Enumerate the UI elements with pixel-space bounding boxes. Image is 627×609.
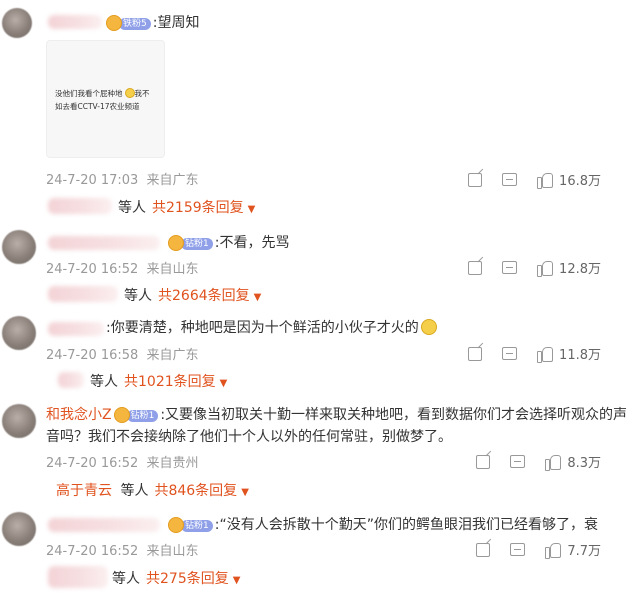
comment-location: 来自广东 [146, 348, 199, 363]
chevron-down-icon[interactable]: ▼ [233, 575, 241, 586]
comment-location: 来自山东 [146, 544, 199, 559]
like-count: 11.8万 [559, 348, 601, 363]
reply-summary[interactable]: 等人 共275条回复 ▼ [112, 568, 240, 588]
reply-user-redacted [48, 198, 112, 214]
chevron-down-icon[interactable]: ▼ [248, 204, 256, 215]
comment-username[interactable]: 和我念小Z [46, 407, 112, 423]
reply-total-link[interactable]: 共846条回复 [154, 483, 237, 499]
comment-icon[interactable] [510, 543, 526, 556]
comment-time: 24-7-20 16:52 [46, 262, 139, 277]
emoji-icon [124, 88, 135, 98]
comment-time: 24-7-20 16:58 [46, 348, 139, 363]
like-count: 8.3万 [567, 456, 601, 471]
crown-icon [168, 516, 184, 533]
like-icon[interactable] [537, 260, 554, 277]
comment-time: 24-7-20 17:03 [46, 173, 139, 188]
reply-summary[interactable]: 等人 共2664条回复 ▼ [124, 285, 261, 305]
comment-location: 来自广东 [146, 173, 199, 188]
emoji-icon [420, 318, 437, 335]
comment-icon[interactable] [502, 347, 518, 360]
username-redacted[interactable] [48, 518, 160, 532]
username-redacted[interactable] [48, 236, 160, 250]
reply-user-redacted [48, 566, 108, 588]
fan-badge: 钻粉1 [113, 405, 159, 424]
reply-summary[interactable]: 高于青云 等人 共846条回复 ▼ [56, 480, 249, 500]
comment-time: 24-7-20 16:52 [46, 456, 139, 471]
comment-icon[interactable] [510, 455, 526, 468]
avatar[interactable] [2, 230, 36, 264]
share-icon[interactable] [468, 260, 483, 275]
fan-badge: 铁粉5 [106, 13, 151, 32]
reply-total-link[interactable]: 共2159条回复 [152, 200, 244, 216]
like-count: 16.8万 [559, 174, 601, 189]
like-icon[interactable] [537, 346, 554, 363]
chevron-down-icon[interactable]: ▼ [241, 487, 249, 498]
share-icon[interactable] [476, 454, 491, 469]
reply-total-link[interactable]: 共2664条回复 [158, 288, 250, 304]
comment-location: 来自贵州 [146, 456, 199, 471]
comment-text: :不看，先骂 [214, 235, 290, 251]
comment-time: 24-7-20 16:52 [46, 544, 139, 559]
avatar[interactable] [2, 8, 32, 38]
like-icon[interactable] [545, 542, 562, 559]
comment-icon[interactable] [502, 261, 518, 274]
comment-location: 来自山东 [146, 262, 199, 277]
username-redacted[interactable] [48, 15, 102, 29]
reply-total-link[interactable]: 共275条回复 [146, 571, 229, 587]
comment-feed: 铁粉5 :望周知 没他们我看个屁种地 我不 如去看CCTV-17农业频道 24-7… [0, 0, 627, 609]
crown-icon [106, 14, 122, 31]
reply-summary[interactable]: 等人 共1021条回复 ▼ [90, 371, 227, 391]
fan-badge: 钻粉1 [168, 515, 213, 534]
comment-text: :“没有人会拆散十个勤天”你们的鳄鱼眼泪我们已经看够了，衰 [214, 517, 598, 533]
reply-total-link[interactable]: 共1021条回复 [124, 374, 216, 390]
crown-icon [168, 234, 184, 251]
like-icon[interactable] [545, 454, 562, 471]
reply-user-redacted [48, 286, 118, 302]
like-count: 7.7万 [567, 544, 601, 559]
username-redacted[interactable] [48, 322, 104, 336]
reply-username[interactable]: 高于青云 [56, 483, 112, 499]
share-icon[interactable] [476, 542, 491, 557]
like-count: 12.8万 [559, 262, 601, 277]
comment-text: :你要清楚，种地吧是因为十个鲜活的小伙子才火的 [106, 320, 419, 336]
comment-text-cont: 音吗？我们不会接纳除了他们十个人以外的任何常驻，别做梦了。 [46, 429, 452, 445]
share-icon[interactable] [468, 172, 483, 187]
avatar[interactable] [2, 404, 36, 438]
fan-badge: 钻粉1 [168, 233, 213, 252]
comment-text: :望周知 [152, 15, 200, 31]
reply-user-redacted [58, 372, 84, 388]
chevron-down-icon[interactable]: ▼ [220, 378, 228, 389]
like-icon[interactable] [537, 172, 554, 189]
comment-text: :又要像当初取关十勤一样来取关种地吧，看到数据你们才会选择听观众的声 [160, 407, 627, 423]
comment-icon[interactable] [502, 173, 518, 186]
comment-image[interactable]: 没他们我看个屁种地 我不 如去看CCTV-17农业频道 [46, 40, 165, 158]
share-icon[interactable] [468, 346, 483, 361]
reply-summary[interactable]: 等人 共2159条回复 ▼ [118, 197, 255, 217]
avatar[interactable] [2, 512, 36, 546]
avatar[interactable] [2, 316, 36, 350]
crown-icon [113, 406, 130, 423]
chevron-down-icon[interactable]: ▼ [254, 292, 262, 303]
